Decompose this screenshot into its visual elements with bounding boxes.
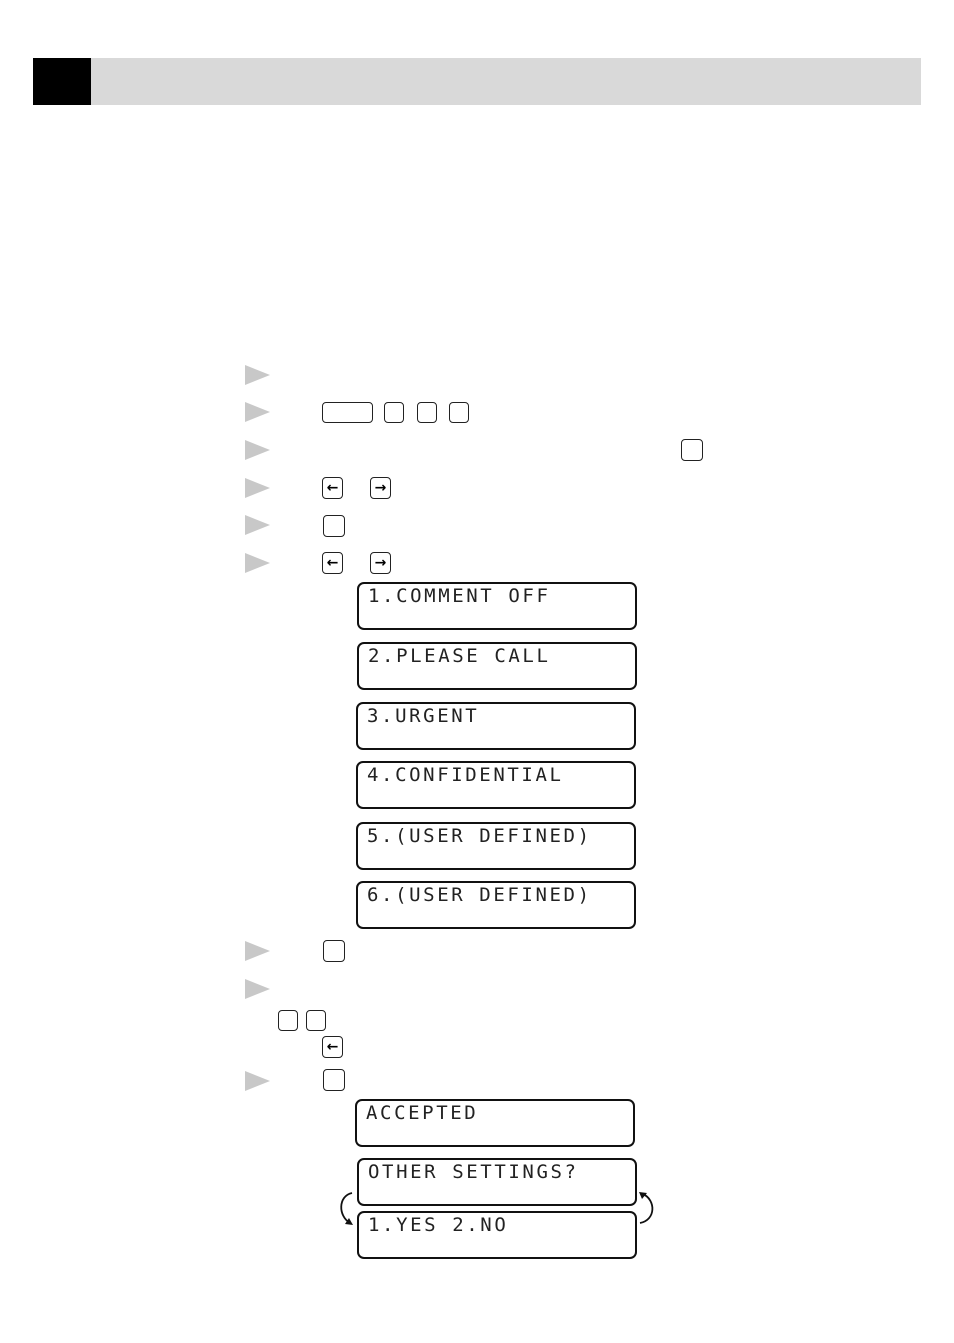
number-key[interactable] <box>384 402 404 423</box>
lcd-text: 3.URGENT <box>367 705 480 727</box>
lcd-display-comment-off: 1.COMMENT OFF <box>357 582 637 630</box>
left-arrow-key[interactable]: ← <box>322 552 343 574</box>
left-arrow-icon: ← <box>326 555 339 571</box>
number-key[interactable] <box>417 402 437 423</box>
step-3-bullet-icon <box>245 440 270 460</box>
step-4-bullet-icon <box>245 478 270 498</box>
step-8-bullet-icon <box>245 979 270 999</box>
lcd-display-urgent: 3.URGENT <box>356 702 636 750</box>
right-arrow-key[interactable]: → <box>370 552 391 574</box>
lcd-text: 1.YES 2.NO <box>368 1214 509 1236</box>
left-arrow-icon: ← <box>326 1039 339 1055</box>
lcd-text: OTHER SETTINGS? <box>368 1161 579 1183</box>
step-2-bullet-icon <box>245 402 270 422</box>
lcd-display-please-call: 2.PLEASE CALL <box>357 642 637 690</box>
lcd-text: 4.CONFIDENTIAL <box>367 764 564 786</box>
lcd-display-other-settings: OTHER SETTINGS? <box>357 1158 637 1206</box>
left-arrow-key[interactable]: ← <box>322 1036 343 1058</box>
lcd-text: 6.(USER DEFINED) <box>367 884 592 906</box>
lcd-display-yes-no: 1.YES 2.NO <box>357 1211 637 1259</box>
set-key[interactable] <box>323 515 345 537</box>
step-6-bullet-icon <box>245 553 270 573</box>
step-7-bullet-icon <box>245 941 270 961</box>
lcd-text: 2.PLEASE CALL <box>368 645 551 667</box>
step-5-bullet-icon <box>245 515 270 535</box>
lcd-display-user-defined-6: 6.(USER DEFINED) <box>356 881 636 929</box>
right-arrow-key[interactable]: → <box>370 477 391 499</box>
lcd-display-user-defined-5: 5.(USER DEFINED) <box>356 822 636 870</box>
lcd-text: 5.(USER DEFINED) <box>367 825 592 847</box>
number-key[interactable] <box>449 402 469 423</box>
right-arrow-icon: → <box>374 480 387 496</box>
cycle-down-arrow-icon <box>340 1192 353 1225</box>
lcd-display-confidential: 4.CONFIDENTIAL <box>356 761 636 809</box>
function-key[interactable] <box>322 402 373 423</box>
set-key[interactable] <box>681 439 703 461</box>
step-9-bullet-icon <box>245 1071 270 1091</box>
cycle-up-arrow-icon <box>639 1192 654 1224</box>
right-arrow-icon: → <box>374 555 387 571</box>
left-arrow-key[interactable]: ← <box>322 477 343 499</box>
number-key[interactable] <box>306 1010 326 1031</box>
step-1-bullet-icon <box>245 365 270 385</box>
number-key[interactable] <box>278 1010 298 1031</box>
lcd-display-accepted: ACCEPTED <box>355 1099 635 1147</box>
lcd-text: ACCEPTED <box>366 1102 479 1124</box>
left-arrow-icon: ← <box>326 480 339 496</box>
set-key[interactable] <box>323 1069 345 1091</box>
chapter-header-bar <box>91 58 921 105</box>
set-key[interactable] <box>323 940 345 962</box>
lcd-text: 1.COMMENT OFF <box>368 585 551 607</box>
chapter-tab <box>33 58 91 105</box>
